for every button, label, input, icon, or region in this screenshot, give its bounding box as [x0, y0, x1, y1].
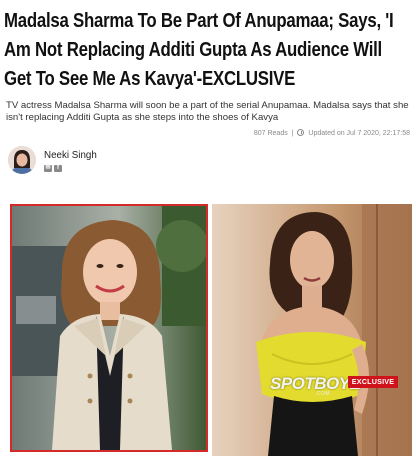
read-count: 807 Reads [253, 130, 288, 137]
author-social: ✉ f [44, 165, 62, 172]
article-image-left [10, 204, 208, 452]
portrait-illustration-left [12, 206, 206, 450]
portrait-illustration-right [212, 204, 412, 456]
article-summary: TV actress Madalsa Sharma will soon be a… [6, 100, 409, 123]
clock-icon [297, 129, 305, 136]
author-avatar[interactable] [8, 146, 36, 174]
email-icon[interactable]: ✉ [44, 165, 52, 172]
article-image-right: SPOTBOYE .COM EXCLUSIVE [212, 204, 412, 456]
meta-separator: | [291, 130, 294, 137]
article-headline: Madalsa Sharma To Be Part Of Anupamaa; S… [4, 9, 394, 90]
watermark-suffix: .COM [315, 391, 331, 397]
author-name[interactable]: Neeki Singh [44, 150, 97, 161]
exclusive-badge: EXCLUSIVE [348, 376, 398, 388]
article-meta: 807 Reads | Updated on Jul 7 2020, 22:17… [254, 129, 410, 137]
facebook-icon[interactable]: f [54, 165, 62, 172]
updated-timestamp: Updated on Jul 7 2020, 22:17:58 [308, 130, 410, 137]
